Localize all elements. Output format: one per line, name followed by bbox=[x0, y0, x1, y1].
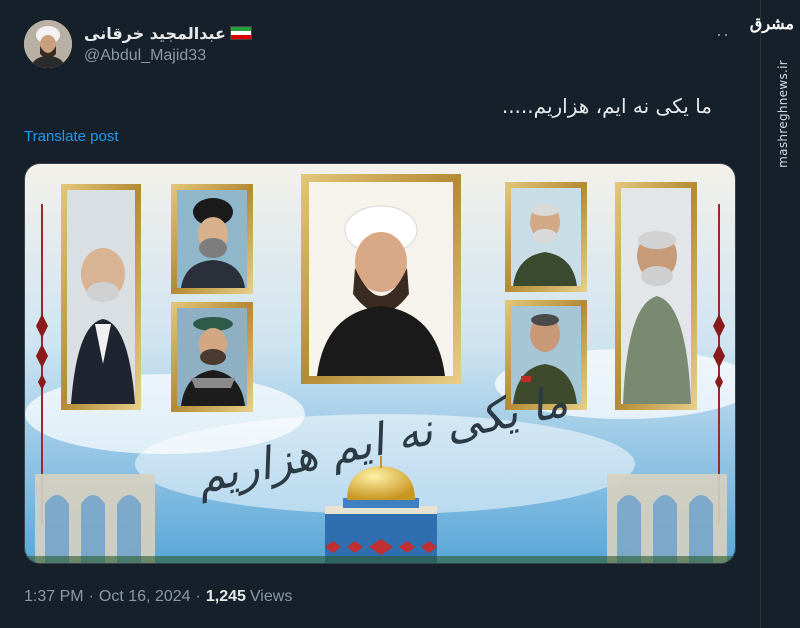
meta-separator: · bbox=[195, 588, 201, 605]
author-avatar[interactable] bbox=[24, 20, 72, 68]
views-count: 1,245 bbox=[205, 588, 246, 605]
author-handle[interactable]: @Abdul_Majid33 bbox=[84, 47, 252, 65]
more-options-icon[interactable]: ·· bbox=[716, 24, 730, 45]
tweet-date[interactable]: Oct 16, 2024 bbox=[99, 588, 191, 606]
watermark-strip: مشرق mashreghnews.ir bbox=[750, 0, 800, 628]
portrait-frame-3 bbox=[171, 302, 253, 412]
portrait-frame-7 bbox=[615, 182, 697, 410]
author-name-row: عبدالمجید خرقانی bbox=[84, 24, 252, 43]
views-label: Views bbox=[249, 588, 293, 605]
tweet-container: عبدالمجید خرقانی @Abdul_Majid33 ·· ما یک… bbox=[0, 0, 760, 628]
mashregh-logo: مشرق bbox=[749, 14, 794, 33]
poster-artwork: ما یکی نه ایم هزاریم bbox=[25, 164, 735, 563]
tweet-media-image[interactable]: ما یکی نه ایم هزاریم bbox=[24, 163, 736, 564]
arches-left bbox=[35, 474, 155, 563]
author-info: عبدالمجید خرقانی @Abdul_Majid33 bbox=[84, 24, 252, 65]
watermark-site: mashreghnews.ir bbox=[776, 60, 790, 168]
portrait-frame-5 bbox=[505, 182, 587, 292]
portrait-frame-2 bbox=[171, 184, 253, 294]
meta-separator: · bbox=[88, 588, 94, 605]
arches-right bbox=[607, 474, 727, 563]
translate-post-link[interactable]: Translate post bbox=[24, 128, 119, 145]
tweet-meta: 1:37 PM · Oct 16, 2024 · 1,245 Views bbox=[24, 588, 292, 606]
tweet-time[interactable]: 1:37 PM bbox=[24, 588, 84, 606]
iran-flag-icon bbox=[229, 26, 252, 40]
portrait-frame-center bbox=[301, 174, 461, 384]
tweet-header: عبدالمجید خرقانی @Abdul_Majid33 bbox=[24, 20, 252, 68]
tweet-text: ما یکی نه ایم، هزاریم..... bbox=[501, 94, 712, 118]
portrait-frame-1 bbox=[61, 184, 141, 410]
author-display-name[interactable]: عبدالمجید خرقانی bbox=[84, 24, 226, 43]
